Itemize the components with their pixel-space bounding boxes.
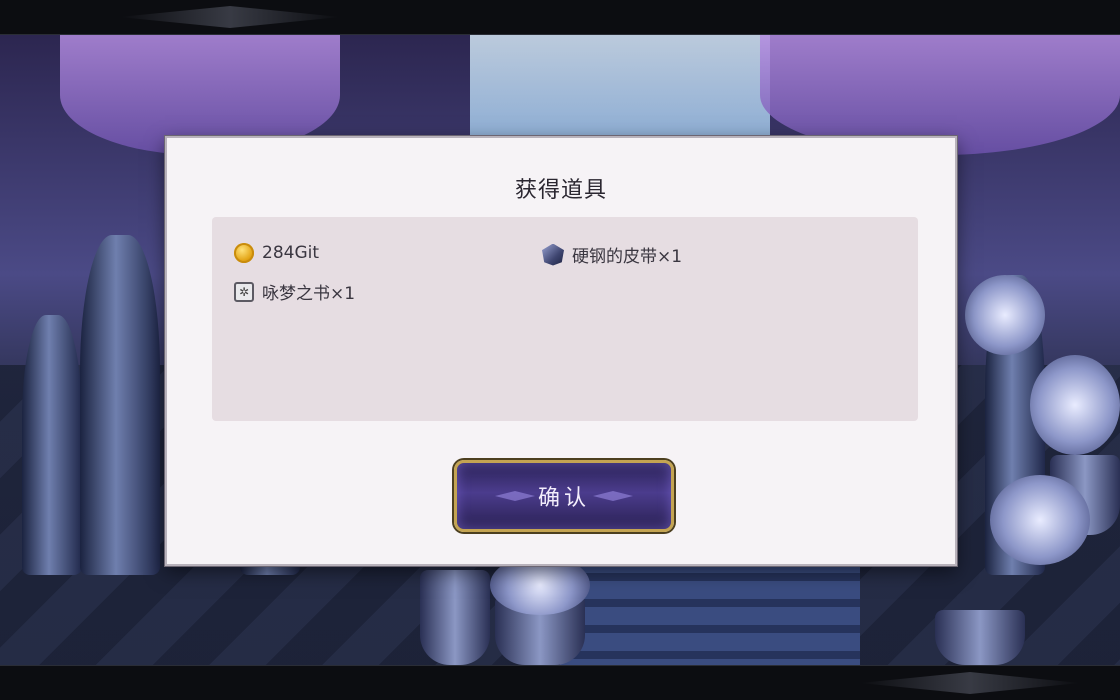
steel-belt-icon xyxy=(542,243,564,266)
reward-item-label: 咏梦之书×1 xyxy=(262,284,356,304)
reward-item-belt: 硬钢的皮带×1 xyxy=(542,242,682,267)
flower-urn xyxy=(420,570,490,665)
confirm-button[interactable]: 确认 xyxy=(454,460,674,532)
pillar xyxy=(22,315,82,575)
gold-coin-icon xyxy=(234,243,254,263)
button-ornament xyxy=(593,491,633,501)
reward-item-label: 硬钢的皮带×1 xyxy=(572,247,683,267)
item-obtained-dialog: 获得道具 284Git 硬钢的皮带×1 ✲ 咏梦之书×1 确认 xyxy=(165,136,957,566)
pillar xyxy=(80,235,160,575)
stained-glass-window xyxy=(470,35,770,145)
reward-item-git: 284Git xyxy=(234,243,319,263)
flower-bouquet xyxy=(965,275,1045,355)
dialog-title: 获得道具 xyxy=(514,178,607,203)
button-ornament xyxy=(495,491,535,501)
reward-list-panel: 284Git 硬钢的皮带×1 ✲ 咏梦之书×1 xyxy=(212,217,918,421)
reward-item-label: 284Git xyxy=(262,243,320,263)
flower-urn xyxy=(935,610,1025,665)
flower-bouquet xyxy=(1030,355,1120,455)
staircase xyxy=(560,555,860,665)
dream-book-icon: ✲ xyxy=(234,281,254,302)
flower-bouquet xyxy=(990,475,1090,565)
reward-item-book: ✲ 咏梦之书×1 xyxy=(234,279,355,304)
top-ornament xyxy=(120,6,340,28)
confirm-button-label: 确认 xyxy=(537,486,590,511)
top-letterbox-bar xyxy=(0,0,1120,35)
bottom-ornament xyxy=(860,672,1080,694)
bottom-letterbox-bar xyxy=(0,665,1120,700)
